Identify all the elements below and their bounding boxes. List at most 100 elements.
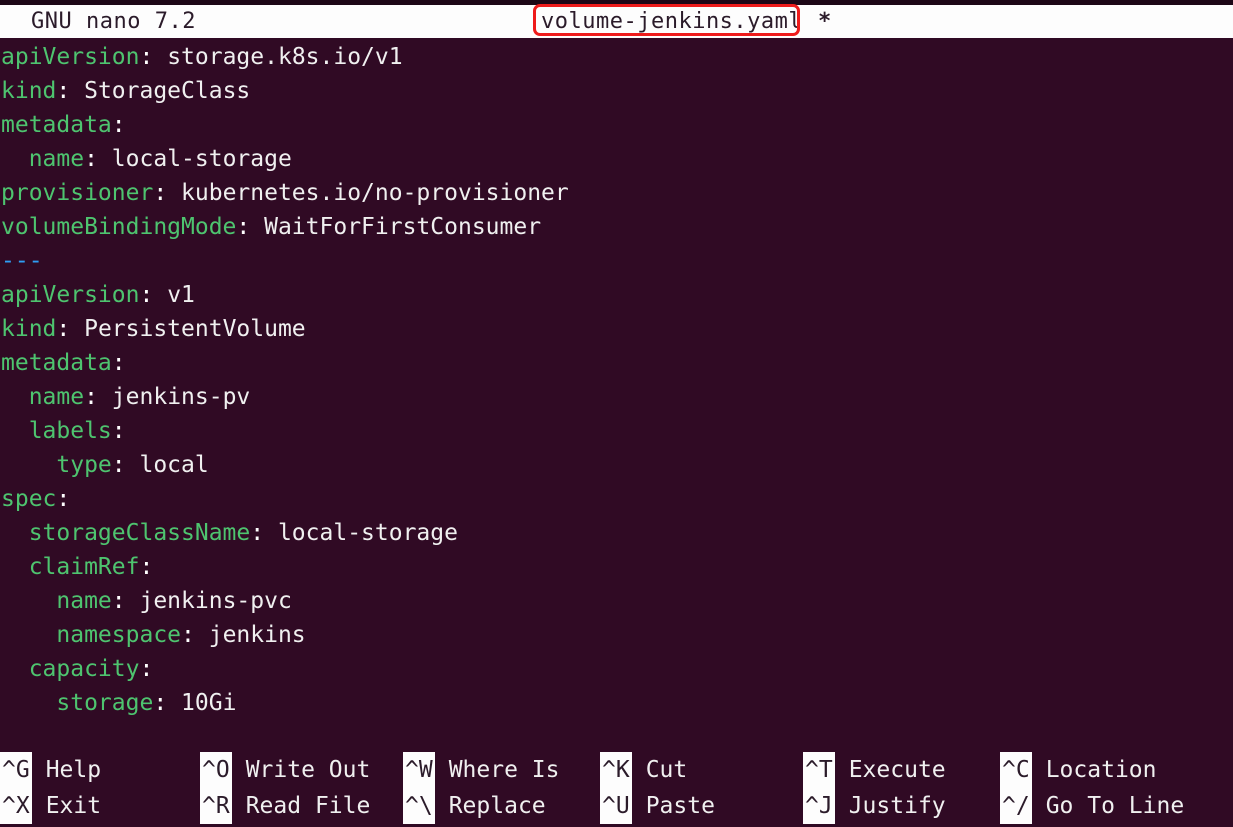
shortcut-label: Where Is (448, 757, 560, 783)
yaml-value: PersistentVolume (70, 316, 306, 342)
yaml-key: metadata (1, 350, 112, 376)
yaml-colon: : (181, 622, 195, 648)
shortcut-label: Help (45, 757, 102, 783)
yaml-value: local-storage (264, 520, 458, 546)
yaml-value: v1 (153, 282, 195, 308)
shortcut-key: ^R (200, 788, 232, 824)
shortcut-key: ^C (1000, 752, 1032, 788)
yaml-value: local-storage (97, 146, 292, 172)
yaml-value: jenkins-pvc (125, 588, 292, 614)
editor-text-area[interactable]: apiVersion: storage.k8s.io/v1 kind: Stora… (0, 40, 1233, 748)
shortcut-where-is[interactable]: ^W Where Is (403, 752, 559, 788)
yaml-key: provisioner (1, 180, 154, 206)
shortcut-write-out[interactable]: ^O Write Out (200, 752, 370, 788)
shortcut-cut[interactable]: ^K Cut (600, 752, 687, 788)
yaml-colon: : (250, 520, 265, 546)
code-line: spec: (0, 482, 1233, 516)
shortcut-label: Execute (848, 757, 946, 783)
yaml-colon: : (153, 690, 168, 716)
yaml-value: storage.k8s.io/v1 (153, 44, 403, 70)
yaml-key: name (1, 588, 112, 614)
shortcut-key: ^T (803, 752, 835, 788)
code-line: labels: (0, 414, 1233, 448)
code-line: apiVersion: storage.k8s.io/v1 (0, 40, 1233, 74)
yaml-key: name (1, 384, 85, 410)
yaml-key: spec (1, 486, 57, 512)
code-line: kind: PersistentVolume (0, 312, 1233, 346)
yaml-key: storageClassName (1, 520, 251, 546)
yaml-colon: : (111, 588, 126, 614)
shortcut-help[interactable]: ^G Help (0, 752, 101, 788)
yaml-document-separator: --- (1, 248, 43, 274)
yaml-key: type (1, 452, 112, 478)
shortcut-key: ^K (600, 752, 632, 788)
code-line: apiVersion: v1 (0, 278, 1233, 312)
shortcut-paste[interactable]: ^U Paste (600, 788, 715, 824)
code-line: volumeBindingMode: WaitForFirstConsumer (0, 210, 1233, 244)
shortcut-key: ^O (200, 752, 232, 788)
shortcut-label: Go To Line (1045, 793, 1185, 819)
shortcut-label: Exit (45, 793, 102, 819)
yaml-value: jenkins-pv (97, 384, 251, 410)
yaml-key: claimRef (1, 554, 140, 580)
yaml-value: jenkins (194, 622, 306, 648)
shortcut-key: ^G (0, 752, 32, 788)
yaml-colon: : (139, 554, 154, 580)
yaml-colon: : (139, 656, 154, 682)
yaml-value: WaitForFirstConsumer (250, 214, 542, 240)
yaml-value: local (125, 452, 209, 478)
code-line: name: local-storage (0, 142, 1233, 176)
code-line: metadata: (0, 346, 1233, 380)
yaml-key: labels (1, 418, 112, 444)
yaml-colon: : (139, 282, 154, 308)
shortcut-key: ^J (803, 788, 835, 824)
code-line: provisioner: kubernetes.io/no-provisione… (0, 176, 1233, 210)
yaml-colon: : (84, 146, 98, 172)
shortcut-key: ^/ (1000, 788, 1032, 824)
shortcut-location[interactable]: ^C Location (1000, 752, 1156, 788)
yaml-colon: : (56, 486, 71, 512)
shortcut-label: Location (1045, 757, 1157, 783)
code-line: metadata: (0, 108, 1233, 142)
yaml-key: kind (1, 316, 57, 342)
code-line: type: local (0, 448, 1233, 482)
code-line: name: jenkins-pvc (0, 584, 1233, 618)
yaml-value: StorageClass (70, 78, 251, 104)
code-line: kind: StorageClass (0, 74, 1233, 108)
app-version-label: GNU nano 7.2 (31, 9, 196, 34)
shortcut-justify[interactable]: ^J Justify (803, 788, 946, 824)
shortcut-execute[interactable]: ^T Execute (803, 752, 946, 788)
yaml-value: kubernetes.io/no-provisioner (167, 180, 569, 206)
yaml-colon: : (111, 112, 126, 138)
shortcut-row-2: ^X Exit ^R Read File ^\ Replace ^U Paste ^J Justi… (0, 788, 1233, 824)
shortcut-replace[interactable]: ^\ Replace (403, 788, 546, 824)
shortcut-key: ^U (600, 788, 632, 824)
shortcut-label: Paste (645, 793, 715, 819)
shortcut-bar: ^G Help ^O Write Out ^W Where Is ^K Cut ^T Execut… (0, 752, 1233, 827)
yaml-colon: : (56, 78, 71, 104)
yaml-key: kind (1, 78, 57, 104)
shortcut-key: ^\ (403, 788, 435, 824)
shortcut-read-file[interactable]: ^R Read File (200, 788, 370, 824)
code-line: --- (0, 244, 1233, 278)
modified-indicator: * (818, 9, 832, 34)
code-line: storageClassName: local-storage (0, 516, 1233, 550)
yaml-colon: : (111, 350, 126, 376)
shortcut-label: Replace (448, 793, 546, 819)
yaml-colon: : (139, 44, 154, 70)
shortcut-go-to-line[interactable]: ^/ Go To Line (1000, 788, 1184, 824)
shortcut-label: Cut (645, 757, 688, 783)
title-bar: GNU nano 7.2 volume-jenkins.yaml * (0, 5, 1233, 38)
yaml-colon: : (153, 180, 168, 206)
yaml-key: name (1, 146, 85, 172)
code-line: capacity: (0, 652, 1233, 686)
nano-editor-window: GNU nano 7.2 volume-jenkins.yaml * apiVe… (0, 0, 1233, 827)
yaml-key: storage (1, 690, 154, 716)
code-line: name: jenkins-pv (0, 380, 1233, 414)
yaml-key: apiVersion (1, 44, 140, 70)
yaml-colon: : (84, 384, 98, 410)
yaml-value: 10Gi (167, 690, 237, 716)
shortcut-label: Write Out (245, 757, 371, 783)
shortcut-exit[interactable]: ^X Exit (0, 788, 101, 824)
yaml-colon: : (111, 418, 126, 444)
